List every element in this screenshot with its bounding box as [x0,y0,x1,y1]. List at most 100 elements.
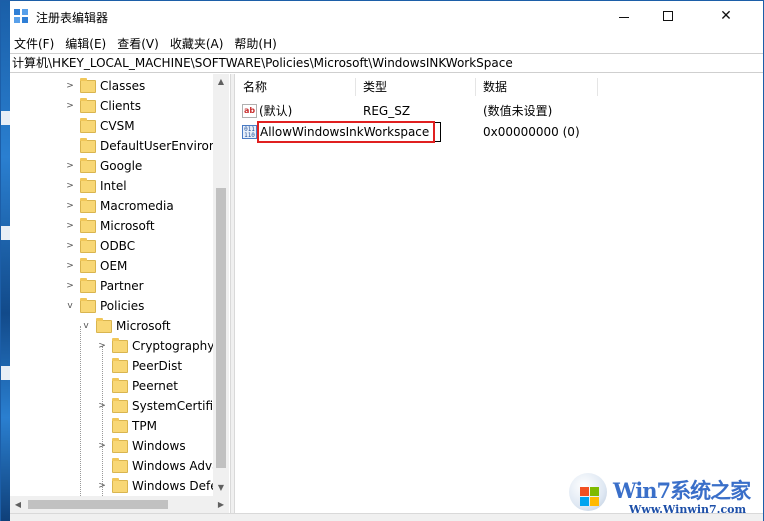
values-list[interactable]: 名称 类型 数据 ab (默认) REG_SZ (数值未设置) 011 110 A… [237,74,763,514]
column-header-type[interactable]: 类型 [363,78,387,96]
value-type: REG_SZ [363,104,411,118]
maximize-icon [663,11,673,21]
tree-item-peerdist[interactable]: PeerDist [96,356,182,376]
tree-item-label: ODBC [100,239,136,253]
windows-logo-icon [569,473,607,511]
minimize-icon [619,16,629,18]
scrollbar-thumb[interactable] [28,500,168,509]
column-header-name[interactable]: 名称 [243,78,267,96]
chevron-right-icon[interactable]: > [64,261,76,271]
tree-item-label: Policies [100,299,145,313]
menu-edit[interactable]: 编辑(E) [60,35,111,52]
column-divider[interactable] [475,78,476,96]
key-tree[interactable]: > Classes > Clients CVSM DefaultUserEnviro… [10,74,229,496]
folder-icon [96,317,112,333]
registry-app-icon [14,9,30,25]
chevron-right-icon[interactable]: > [64,201,76,211]
chevron-down-icon[interactable]: v [64,301,76,311]
chevron-right-icon[interactable]: > [64,101,76,111]
folder-icon [80,277,96,293]
scroll-right-arrow-icon[interactable]: ▶ [213,496,229,513]
dword-value-icon: 011 110 [242,125,257,139]
tree-item-cryptography[interactable]: > Cryptography [96,336,214,356]
chevron-right-icon[interactable]: > [96,341,108,351]
tree-item-classes[interactable]: > Classes [64,76,145,96]
menu-view[interactable]: 查看(V) [112,35,164,52]
maximize-button[interactable] [646,1,690,31]
chevron-right-icon[interactable]: > [96,441,108,451]
tree-item-oem[interactable]: > OEM [64,256,127,276]
chevron-right-icon[interactable]: > [64,281,76,291]
tree-item-clients[interactable]: > Clients [64,96,141,116]
title-bar[interactable]: 注册表编辑器 ✕ [10,1,763,33]
chevron-right-icon[interactable]: > [64,81,76,91]
tree-item-odbc[interactable]: > ODBC [64,236,135,256]
menu-help[interactable]: 帮助(H) [229,35,281,52]
highlight-box [257,121,435,143]
minimize-button[interactable] [602,1,646,31]
tree-item-windows[interactable]: > Windows [96,436,186,456]
tree-item-label: Cryptography [132,339,215,353]
watermark-title: Win7系统之家 [613,478,751,503]
folder-icon [80,177,96,193]
tree-item-policies[interactable]: v Policies [64,296,144,316]
tree-horizontal-scrollbar[interactable]: ◀ ▶ [10,496,229,513]
folder-icon [112,397,128,413]
tree-item-label: Windows Defe [132,479,218,493]
menu-favorites[interactable]: 收藏夹(A) [165,35,229,52]
tree-item-label: Windows [132,439,186,453]
scroll-left-arrow-icon[interactable]: ◀ [10,496,26,513]
tree-item-defaultuserenvironment[interactable]: DefaultUserEnvironr [64,136,221,156]
string-value-icon: ab [242,104,257,118]
folder-icon [80,97,96,113]
close-button[interactable]: ✕ [704,1,748,31]
tree-item-windows-advanced[interactable]: Windows Adva [96,456,219,476]
chevron-right-icon[interactable]: > [64,161,76,171]
tree-item-label: TPM [132,419,157,433]
folder-icon [112,477,128,493]
tree-item-google[interactable]: > Google [64,156,142,176]
tree-item-microsoft[interactable]: > Microsoft [64,216,155,236]
column-divider[interactable] [597,78,598,96]
column-divider[interactable] [355,78,356,96]
tree-item-label: OEM [100,259,128,273]
window-title: 注册表编辑器 [36,11,109,25]
chevron-right-icon[interactable]: > [64,241,76,251]
address-bar[interactable]: 计算机\HKEY_LOCAL_MACHINE\SOFTWARE\Policies… [10,53,763,73]
folder-icon [80,77,96,93]
value-data: (数值未设置) [483,104,553,118]
chevron-down-icon[interactable]: v [80,321,92,331]
value-row-allowwindowsinkworkspace[interactable]: 011 110 AllowWindowsInkWorkspace 0x000000… [237,121,757,143]
folder-icon [112,437,128,453]
folder-icon [80,157,96,173]
scroll-up-arrow-icon[interactable]: ▲ [213,74,229,90]
menu-file[interactable]: 文件(F) [10,35,59,52]
chevron-right-icon[interactable]: > [64,221,76,231]
tree-vertical-scrollbar[interactable]: ▲ ▼ [213,74,229,496]
tree-item-label: PeerDist [132,359,183,373]
chevron-right-icon[interactable]: > [96,481,108,491]
tree-item-label: Partner [100,279,144,293]
column-header-data[interactable]: 数据 [483,78,507,96]
tree-item-macromedia[interactable]: > Macromedia [64,196,174,216]
chevron-right-icon[interactable]: > [96,401,108,411]
tree-item-policies-microsoft[interactable]: v Microsoft [80,316,171,336]
tree-item-tpm[interactable]: TPM [96,416,157,436]
tree-item-label: DefaultUserEnvironr [100,139,222,153]
value-row-default[interactable]: ab (默认) REG_SZ (数值未设置) [237,101,757,121]
tree-item-intel[interactable]: > Intel [64,176,127,196]
close-icon: ✕ [720,8,732,24]
desktop-background-strip [1,1,10,521]
folder-icon [112,377,128,393]
tree-item-partner[interactable]: > Partner [64,276,144,296]
chevron-right-icon[interactable]: > [64,181,76,191]
pane-splitter[interactable] [230,74,235,514]
scrollbar-thumb[interactable] [216,188,226,468]
tree-item-systemcertificates[interactable]: > SystemCertifica [96,396,227,416]
tree-item-peernet[interactable]: Peernet [96,376,178,396]
menu-bar: 文件(F) 编辑(E) 查看(V) 收藏夹(A) 帮助(H) [10,33,763,53]
tree-item-windows-defender[interactable]: > Windows Defe [96,476,218,496]
tree-item-label: Clients [100,99,141,113]
scroll-down-arrow-icon[interactable]: ▼ [213,480,229,496]
tree-item-cvsm[interactable]: CVSM [64,116,135,136]
